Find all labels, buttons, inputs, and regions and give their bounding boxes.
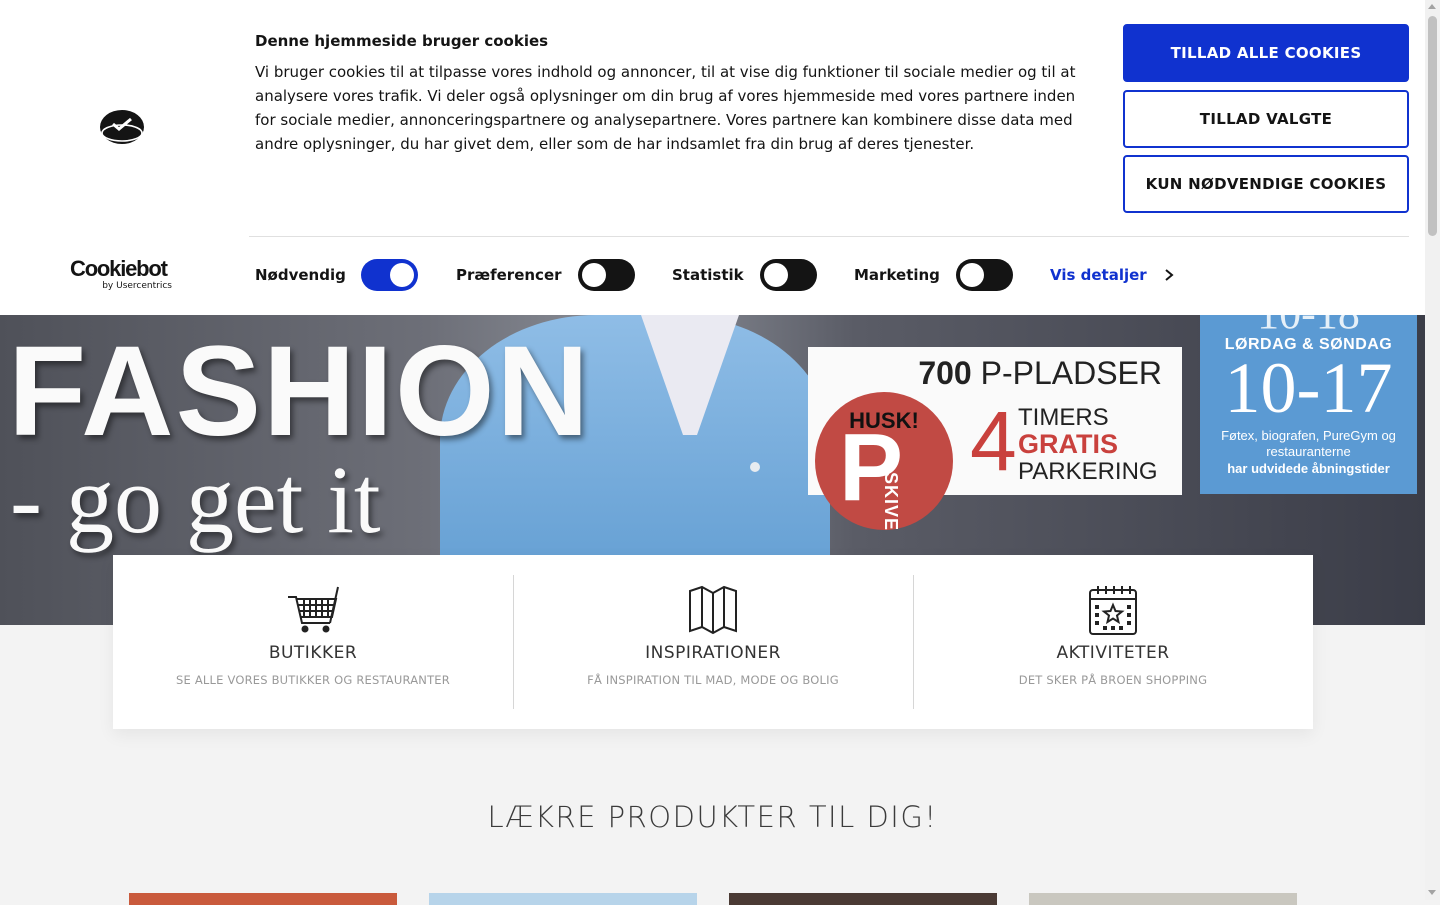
badge-town: SKIVE [881,472,901,532]
hours-time: 10-17 [1224,348,1393,428]
hero-tagline: - go get it [10,446,381,553]
toggle-label-necessary: Nødvendig [255,266,346,284]
cookie-description: Vi bruger cookies til at tilpasse vores … [255,63,1076,153]
category-title: INSPIRATIONER [645,643,781,663]
open-book-icon [689,585,737,635]
cookie-title: Denne hjemmeside bruger cookies [255,32,549,50]
cookie-consent-banner: Cookiebot by Usercentrics Denne hjemmesi… [0,0,1425,315]
scroll-up-arrow-icon[interactable] [1428,4,1436,9]
category-subtitle: DET SKER PÅ BROEN SHOPPING [1018,673,1208,687]
hero-headline: FASHION [8,320,591,463]
category-card: BUTIKKER SE ALLE VORES BUTIKKER OG RESTA… [113,555,1313,729]
toggle-label-preferences: Præferencer [456,266,562,284]
products-heading: LÆKRE PRODUKTER TIL DIG! [487,800,938,834]
parking-hours-number: 4 [970,394,1017,488]
hours-note: Føtex, biografen, PureGym og restaurante… [1221,428,1396,476]
hero-sweater-button [750,462,760,472]
product-thumbnail[interactable] [129,893,397,905]
category-butikker[interactable]: BUTIKKER SE ALLE VORES BUTIKKER OG RESTA… [113,555,513,729]
toggle-marketing[interactable] [956,259,1013,291]
allow-all-cookies-button[interactable]: TILLAD ALLE COOKIES [1123,24,1409,82]
cookiebot-logo-icon [100,110,144,144]
toggle-necessary[interactable] [361,259,418,291]
parking-badge: HUSK! P SKIVE [815,392,953,532]
toggle-statistics[interactable] [760,259,817,291]
scrollbar-thumb[interactable] [1428,16,1437,236]
cookie-divider [249,236,1409,237]
product-thumbnail[interactable] [1029,893,1297,905]
calendar-icon [1089,586,1137,635]
product-thumbnail[interactable] [729,893,997,905]
category-title: BUTIKKER [268,643,358,663]
shopping-cart-icon [288,586,339,633]
category-inspirationer[interactable]: INSPIRATIONER FÅ INSPIRATION TIL MAD, MO… [513,555,913,729]
category-subtitle: SE ALLE VORES BUTIKKER OG RESTAURANTER [176,673,450,687]
product-thumbnail[interactable] [429,893,697,905]
toggle-preferences[interactable] [578,259,635,291]
scroll-down-arrow-icon[interactable] [1428,890,1436,895]
category-subtitle: FÅ INSPIRATION TIL MAD, MODE OG BOLIG [587,673,839,687]
show-details-link[interactable]: Vis detaljer [1050,266,1147,284]
chevron-right-icon[interactable] [1163,268,1175,282]
allow-selected-button[interactable]: TILLAD VALGTE [1123,90,1409,148]
parking-count: 700 P-PLADSER [918,355,1162,391]
page-scrollbar[interactable] [1425,0,1440,900]
toggle-label-statistics: Statistik [672,266,744,284]
toggle-label-marketing: Marketing [854,266,940,284]
parking-free-text: TIMERS GRATIS PARKERING [1018,404,1158,485]
necessary-only-button[interactable]: KUN NØDVENDIGE COOKIES [1123,155,1409,213]
category-title: AKTIVITETER [1056,643,1170,663]
cookiebot-wordmark: Cookiebot by Usercentrics [70,256,172,292]
category-aktiviteter[interactable]: AKTIVITETER DET SKER PÅ BROEN SHOPPING [913,555,1313,729]
